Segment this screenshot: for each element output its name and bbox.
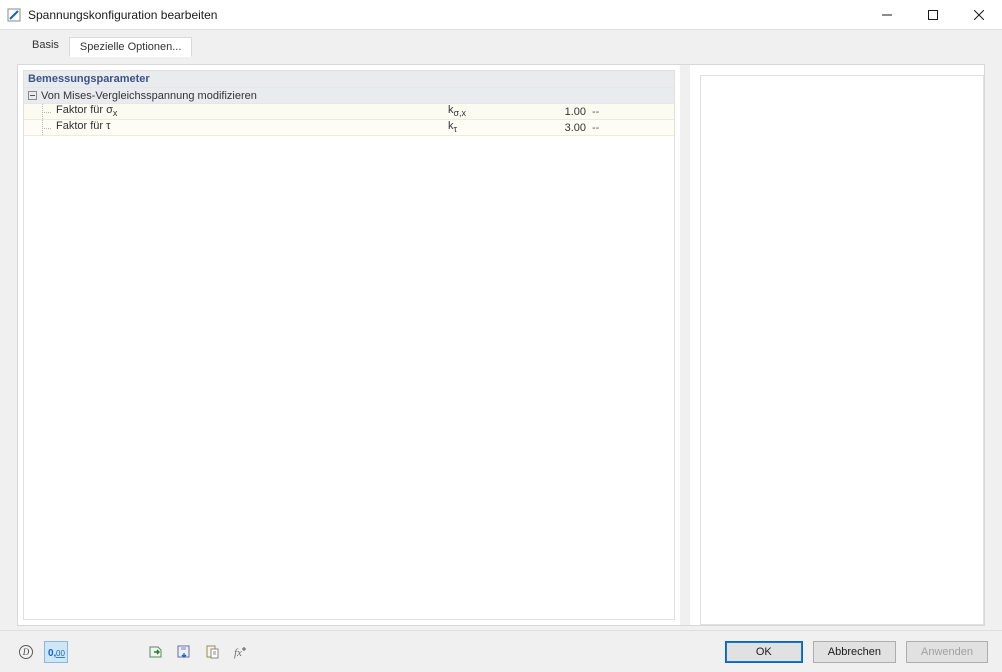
panel-parameters: Bemessungsparameter Von Mises-Vergleichs… (18, 65, 680, 625)
svg-text:00: 00 (56, 649, 65, 658)
param-symbol: kτ (448, 120, 502, 134)
titlebar: Spannungskonfiguration bearbeiten (0, 0, 1002, 30)
param-row-sigma-x[interactable]: Faktor für σx kσ,x 1.00 -- (24, 104, 674, 120)
svg-text:fx: fx (234, 647, 242, 659)
tab-row: Basis Spezielle Optionen... (0, 30, 1002, 56)
tree-connector-icon (24, 104, 54, 119)
help-icon: D (18, 644, 34, 660)
app-icon (6, 7, 22, 23)
function-icon: fx (232, 644, 248, 660)
units-button[interactable]: 0,00 (44, 641, 68, 663)
param-row-tau[interactable]: Faktor für τ kτ 3.00 -- (24, 120, 674, 136)
import-icon (148, 644, 164, 660)
import-button[interactable] (144, 641, 168, 663)
group-row-von-mises[interactable]: Von Mises-Vergleichsspannung modifiziere… (24, 88, 674, 104)
clipboard-button[interactable] (200, 641, 224, 663)
close-button[interactable] (956, 0, 1002, 30)
help-button[interactable]: D (14, 641, 38, 663)
param-label: Faktor für σx (54, 104, 448, 118)
param-rows: Faktor für σx kσ,x 1.00 -- Faktor für τ … (24, 104, 674, 136)
panels: Bemessungsparameter Von Mises-Vergleichs… (17, 64, 985, 626)
export-button[interactable] (172, 641, 196, 663)
tree-connector-icon (24, 120, 54, 135)
apply-button: Anwenden (906, 641, 988, 663)
panel-preview (690, 65, 984, 625)
group-label: Von Mises-Vergleichsspannung modifiziere… (41, 88, 257, 104)
ok-button[interactable]: OK (725, 641, 803, 663)
param-value[interactable]: 3.00 (502, 122, 592, 134)
section-header: Bemessungsparameter (24, 71, 674, 88)
export-icon (176, 644, 192, 660)
tab-special-options[interactable]: Spezielle Optionen... (69, 37, 193, 57)
svg-text:D: D (22, 647, 30, 657)
tab-basis[interactable]: Basis (22, 36, 69, 56)
param-symbol: kσ,x (448, 104, 502, 118)
minimize-button[interactable] (864, 0, 910, 30)
function-button[interactable]: fx (228, 641, 252, 663)
collapse-icon[interactable] (28, 91, 37, 100)
dialog-body: Basis Spezielle Optionen... Bemessungspa… (0, 30, 1002, 672)
units-icon: 0,00 (47, 645, 65, 659)
window-title: Spannungskonfiguration bearbeiten (28, 8, 217, 22)
clipboard-icon (204, 644, 220, 660)
maximize-button[interactable] (910, 0, 956, 30)
param-value[interactable]: 1.00 (502, 106, 592, 118)
param-unit: -- (592, 122, 610, 134)
param-label: Faktor für τ (54, 120, 448, 134)
panel-gap (680, 65, 690, 625)
cancel-button[interactable]: Abbrechen (813, 641, 896, 663)
bottom-bar: D 0,00 fx OK Abbrechen Anwenden (0, 630, 1002, 672)
param-unit: -- (592, 106, 610, 118)
